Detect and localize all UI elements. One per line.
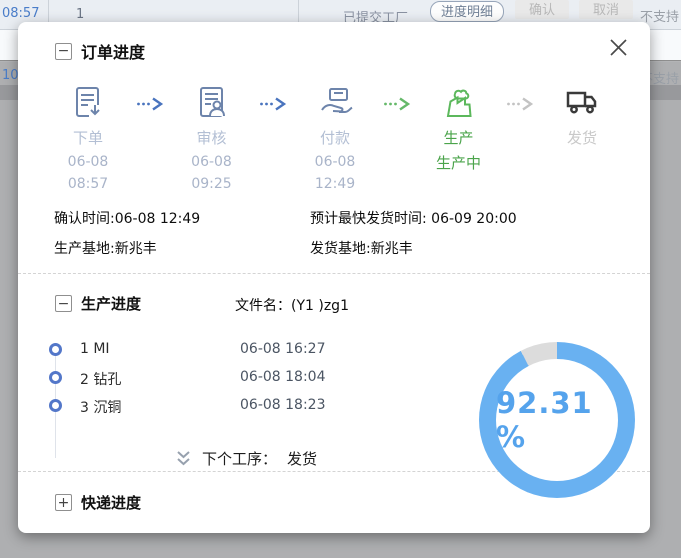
step-sublabel: 生产中	[417, 152, 501, 173]
next-process-label: 下个工序：	[202, 448, 277, 469]
payment-hand-icon	[293, 83, 377, 123]
step-date: 06-08	[170, 154, 254, 170]
order-info: 确认时间:06-08 12:49 预计最快发货时间: 06-09 20:00 生…	[18, 208, 650, 258]
step-label: 下单	[46, 127, 130, 148]
expand-icon[interactable]: +	[55, 494, 72, 511]
step-arrow-icon	[130, 97, 170, 111]
timeline-dot-icon	[49, 399, 62, 412]
close-icon[interactable]	[606, 35, 630, 59]
production-timeline: 1 MI 06-08 16:27 2 钻孔 06-08 18:04 3 沉铜 0…	[18, 340, 448, 424]
process-name: 2 钻孔	[80, 369, 121, 389]
step-time: 12:49	[293, 176, 377, 192]
process-time: 06-08 16:27	[240, 341, 325, 357]
order-progress-modal: − 订单进度 下单 06-08 08:57	[18, 22, 650, 533]
file-name: 文件名：(Y1 )zg1	[235, 295, 349, 315]
production-base: 生产基地:新兆丰	[54, 238, 310, 258]
shipping-base: 发货基地:新兆丰	[310, 238, 650, 258]
express-title: 快递进度	[81, 492, 141, 513]
timeline-item: 3 沉铜 06-08 18:23	[18, 396, 448, 424]
confirm-button[interactable]: 确认	[515, 0, 569, 19]
modal-header: − 订单进度	[18, 22, 650, 63]
step-time: 08:57	[46, 176, 130, 192]
confirm-time: 确认时间:06-08 12:49	[54, 208, 310, 228]
order-doc-icon	[46, 83, 130, 123]
order-qty-cell: 1	[76, 7, 84, 22]
step-arrow-icon	[377, 97, 417, 111]
timeline-dot-icon	[49, 371, 62, 384]
step-place-order: 下单 06-08 08:57	[46, 83, 130, 192]
donut-hole: 92.31 %	[496, 359, 618, 481]
truck-icon	[540, 83, 624, 123]
process-name: 3 沉铜	[80, 397, 121, 417]
process-name: 1 MI	[80, 341, 110, 357]
production-title: 生产进度	[81, 293, 141, 314]
step-review: 审核 06-08 09:25	[170, 83, 254, 192]
estimated-ship-time: 预计最快发货时间: 06-09 20:00	[310, 208, 650, 228]
express-section-header: + 快递进度	[55, 492, 141, 513]
step-label: 付款	[293, 127, 377, 148]
next-process-value: 发货	[287, 448, 317, 469]
order-steps: 下单 06-08 08:57 审核 06-08 09:25	[18, 83, 650, 192]
factory-icon	[417, 83, 501, 123]
progress-detail-button[interactable]: 进度明细	[430, 1, 504, 22]
collapse-icon[interactable]: −	[55, 43, 72, 60]
order-time-link[interactable]: 08:57	[2, 6, 39, 21]
step-shipping: 发货	[540, 83, 624, 148]
timeline-item: 2 钻孔 06-08 18:04	[18, 368, 448, 396]
process-time: 06-08 18:23	[240, 397, 325, 413]
step-arrow-icon	[501, 97, 541, 111]
cancel-button[interactable]: 取消	[579, 0, 633, 19]
step-time: 09:25	[170, 176, 254, 192]
step-label: 审核	[170, 127, 254, 148]
step-production: 生产 生产中	[417, 83, 501, 173]
review-doc-icon	[170, 83, 254, 123]
timeline-item: 1 MI 06-08 16:27	[18, 340, 448, 368]
progress-percent: 92.31 %	[496, 386, 618, 454]
timeline-dot-icon	[49, 343, 62, 356]
process-time: 06-08 18:04	[240, 369, 325, 385]
production-section-header: − 生产进度	[55, 293, 141, 314]
production-progress-donut: 92.31 %	[479, 342, 635, 498]
section-divider	[18, 273, 650, 274]
step-label: 发货	[540, 127, 624, 148]
step-payment: 付款 06-08 12:49	[293, 83, 377, 192]
step-date: 06-08	[46, 154, 130, 170]
modal-title: 订单进度	[81, 39, 145, 63]
step-date: 06-08	[293, 154, 377, 170]
step-label: 生产	[417, 127, 501, 148]
collapse-icon[interactable]: −	[55, 295, 72, 312]
double-chevron-down-icon[interactable]	[175, 450, 192, 467]
next-process-row: 下个工序： 发货	[175, 448, 317, 469]
step-arrow-icon	[254, 97, 294, 111]
